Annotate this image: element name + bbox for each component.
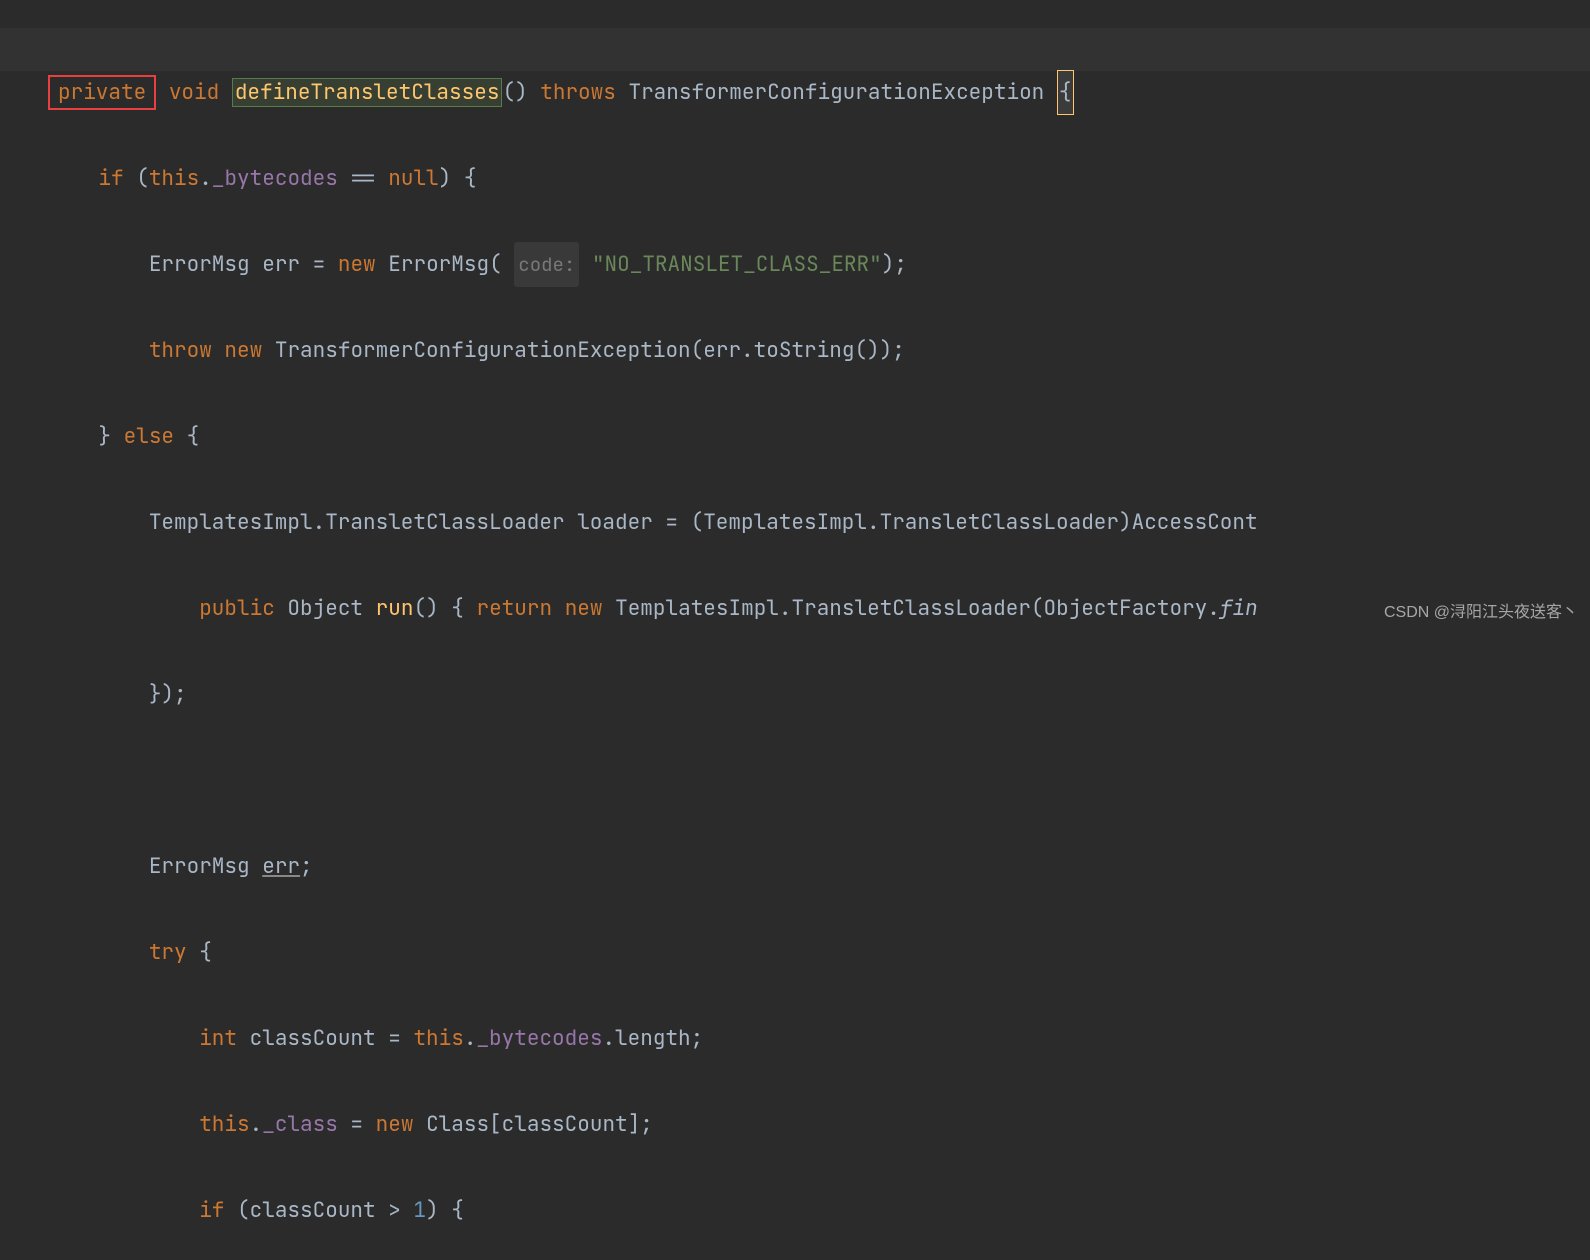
exception-type: TransformerConfigurationException: [628, 71, 1044, 114]
keyword-new: new: [338, 243, 376, 286]
keyword-this: this: [413, 1017, 463, 1060]
code-line-13[interactable]: if (classCount > 1) {: [48, 1189, 1590, 1232]
keyword-int: int: [199, 1017, 237, 1060]
method-name: defineTransletClasses: [235, 79, 500, 106]
keyword-public: public: [199, 587, 275, 630]
code-line-5[interactable]: } else {: [48, 415, 1590, 458]
code-line-12[interactable]: this._class = new Class[classCount];: [48, 1103, 1590, 1146]
code-line-3[interactable]: ErrorMsg err = new ErrorMsg( code: "NO_T…: [48, 243, 1590, 286]
keyword-new: new: [224, 329, 262, 372]
string-literal: "NO_TRANSLET_CLASS_ERR": [592, 243, 882, 286]
current-line-highlight: [0, 28, 1590, 71]
keyword-else: else: [124, 415, 174, 458]
keyword-if: if: [98, 157, 123, 200]
field-bytecodes: _bytecodes: [476, 1017, 602, 1060]
keyword-private: private: [58, 79, 146, 106]
code-line-11[interactable]: int classCount = this._bytecodes.length;: [48, 1017, 1590, 1060]
keyword-return: return: [476, 587, 552, 630]
highlight-box-green: defineTransletClasses: [232, 78, 503, 107]
code-line-1[interactable]: private void defineTransletClasses() thr…: [48, 71, 1590, 114]
brace-cursor: {: [1057, 70, 1074, 115]
code-line-blank[interactable]: [48, 759, 1590, 802]
keyword-null: null: [388, 157, 438, 200]
keyword-throws: throws: [540, 71, 616, 114]
keyword-new: new: [376, 1103, 414, 1146]
code-editor[interactable]: private void defineTransletClasses() thr…: [0, 0, 1590, 1260]
type-errormsg: ErrorMsg: [149, 243, 250, 286]
highlight-box-red: private: [48, 75, 156, 110]
field-class: _class: [262, 1103, 338, 1146]
code-line-9[interactable]: ErrorMsg err;: [48, 845, 1590, 888]
keyword-try: try: [149, 931, 187, 974]
keyword-this: this: [199, 1103, 249, 1146]
number-literal: 1: [413, 1189, 426, 1232]
code-line-6[interactable]: TemplatesImpl.TransletClassLoader loader…: [48, 501, 1590, 544]
keyword-this: this: [149, 157, 199, 200]
keyword-void: void: [169, 71, 219, 114]
code-line-7[interactable]: public Object run() { return new Templat…: [48, 587, 1590, 630]
field-bytecodes: _bytecodes: [212, 157, 338, 200]
keyword-if: if: [199, 1189, 224, 1232]
code-line-2[interactable]: if (this._bytecodes == null) {: [48, 157, 1590, 200]
keyword-new: new: [565, 587, 603, 630]
param-hint: code:: [514, 242, 579, 287]
keyword-throw: throw: [149, 329, 212, 372]
var-err-unused: err: [262, 845, 300, 888]
watermark: CSDN @浔阳江头夜送客丶: [1384, 598, 1578, 622]
method-run: run: [376, 587, 414, 630]
code-line-4[interactable]: throw new TransformerConfigurationExcept…: [48, 329, 1590, 372]
code-line-8[interactable]: });: [48, 673, 1590, 716]
code-line-10[interactable]: try {: [48, 931, 1590, 974]
